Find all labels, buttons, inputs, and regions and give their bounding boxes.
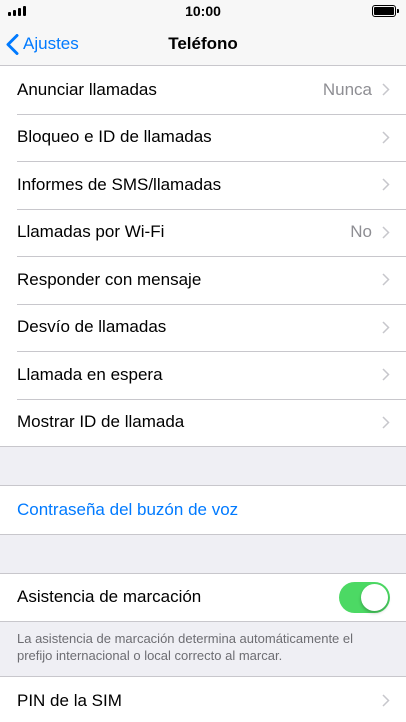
status-time: 10:00: [185, 3, 221, 19]
row-value: Nunca: [322, 79, 372, 99]
row-label: Bloqueo e ID de llamadas: [17, 127, 212, 147]
page-title: Teléfono: [168, 34, 238, 53]
row-value: No: [350, 222, 372, 242]
row-sim-pin[interactable]: PIN de la SIM: [0, 677, 406, 722]
status-bar: 10:00: [0, 0, 406, 22]
toggle-knob: [361, 583, 388, 611]
dial-assist-footer: La asistencia de marcación determina aut…: [17, 631, 354, 663]
row-label: Responder con mensaje: [17, 269, 202, 289]
row-call-waiting[interactable]: Llamada en espera: [0, 351, 406, 399]
row-label: Llamadas por Wi-Fi: [17, 222, 165, 242]
row-label: Informes de SMS/llamadas: [17, 174, 222, 194]
chevron-right-icon: [382, 368, 390, 381]
sim-group: PIN de la SIM: [0, 676, 406, 722]
navigation-bar: Ajustes Teléfono: [0, 22, 406, 66]
row-wifi-calling[interactable]: Llamadas por Wi-Fi No: [0, 208, 406, 257]
row-call-blocking[interactable]: Bloqueo e ID de llamadas: [0, 113, 406, 162]
calls-settings-group: Anunciar llamadas Nunca Bloqueo e ID de …: [0, 66, 406, 447]
row-label: PIN de la SIM: [17, 690, 122, 710]
row-respond-with-text[interactable]: Responder con mensaje: [0, 256, 406, 304]
row-show-caller-id[interactable]: Mostrar ID de llamada: [0, 398, 406, 447]
row-label: Mostrar ID de llamada: [17, 412, 185, 432]
chevron-right-icon: [382, 83, 390, 96]
row-label: Asistencia de marcación: [17, 587, 202, 607]
row-label: Anunciar llamadas: [17, 79, 157, 99]
chevron-right-icon: [382, 131, 390, 144]
row-label: Contraseña del buzón de voz: [17, 499, 239, 519]
row-sms-reports[interactable]: Informes de SMS/llamadas: [0, 161, 406, 209]
chevron-right-icon: [382, 694, 390, 707]
chevron-right-icon: [382, 321, 390, 334]
dial-assist-toggle[interactable]: [339, 581, 390, 613]
row-announce-calls[interactable]: Anunciar llamadas Nunca: [0, 66, 406, 114]
row-label: Llamada en espera: [17, 364, 163, 384]
row-dial-assist: Asistencia de marcación: [0, 574, 406, 622]
row-call-forwarding[interactable]: Desvío de llamadas: [0, 303, 406, 352]
chevron-right-icon: [382, 226, 390, 239]
chevron-right-icon: [382, 273, 390, 286]
dial-assist-group: Asistencia de marcación: [0, 572, 406, 622]
battery-icon: [372, 5, 399, 17]
chevron-right-icon: [382, 416, 390, 429]
chevron-right-icon: [382, 178, 390, 191]
row-label: Desvío de llamadas: [17, 317, 167, 337]
voicemail-password-button[interactable]: Contraseña del buzón de voz: [0, 486, 406, 534]
voicemail-group: Contraseña del buzón de voz: [0, 485, 406, 535]
